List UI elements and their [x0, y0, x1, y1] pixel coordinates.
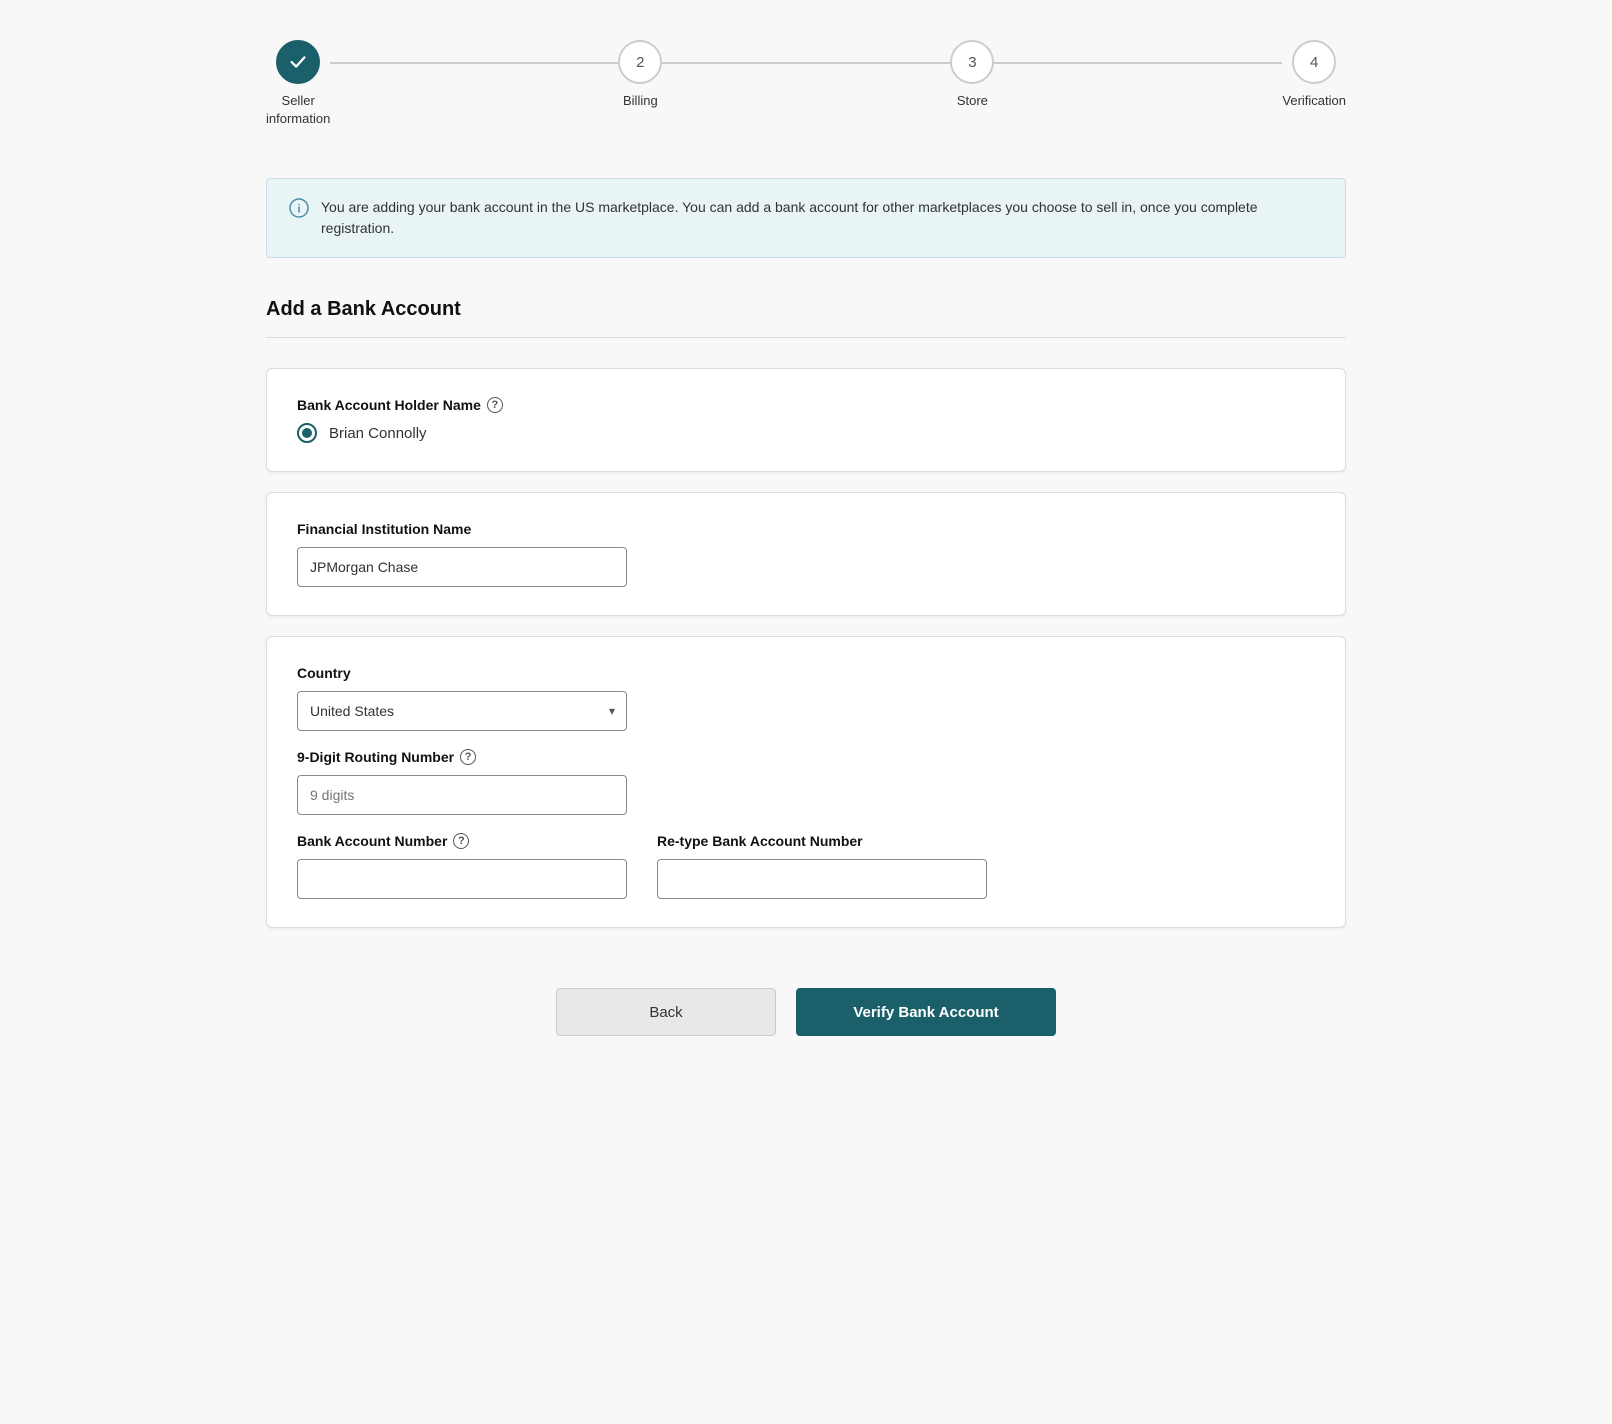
retype-account-label: Re-type Bank Account Number — [657, 833, 987, 849]
radio-circle[interactable] — [297, 423, 317, 443]
retype-account-input[interactable] — [657, 859, 987, 899]
section-title: Add a Bank Account — [266, 298, 1346, 321]
info-banner: You are adding your bank account in the … — [266, 178, 1346, 258]
bank-holder-radio[interactable]: Brian Connolly — [297, 423, 1315, 443]
retype-account-field-group: Re-type Bank Account Number — [657, 833, 987, 899]
bank-holder-label: Bank Account Holder Name ? — [297, 397, 1315, 413]
verify-button[interactable]: Verify Bank Account — [796, 988, 1056, 1036]
banner-text: You are adding your bank account in the … — [321, 197, 1323, 239]
routing-help-icon[interactable]: ? — [460, 749, 476, 765]
info-icon — [289, 198, 309, 218]
step-2-circle: 2 — [618, 40, 662, 84]
step-4: 4 Verification — [1282, 40, 1346, 110]
connector-1-2 — [330, 62, 618, 64]
country-select[interactable]: United States Canada United Kingdom — [297, 691, 627, 731]
progress-stepper: Sellerinformation 2 Billing 3 Store 4 Ve… — [266, 40, 1346, 128]
bottom-bar: Back Verify Bank Account — [266, 948, 1346, 1096]
routing-field-group: 9-Digit Routing Number ? — [297, 749, 1315, 815]
bank-details-card: Country United States Canada United King… — [266, 636, 1346, 928]
financial-institution-label: Financial Institution Name — [297, 521, 1315, 537]
country-label: Country — [297, 665, 1315, 681]
bank-holder-value: Brian Connolly — [329, 425, 427, 442]
account-number-input[interactable] — [297, 859, 627, 899]
connector-2-3 — [662, 62, 950, 64]
step-3-circle: 3 — [950, 40, 994, 84]
step-4-circle: 4 — [1292, 40, 1336, 84]
country-select-wrapper: United States Canada United Kingdom ▾ — [297, 691, 627, 731]
financial-institution-card: Financial Institution Name — [266, 492, 1346, 616]
step-2-label: Billing — [623, 92, 658, 110]
country-field-group: Country United States Canada United King… — [297, 665, 1315, 731]
step-2: 2 Billing — [618, 40, 662, 110]
routing-label: 9-Digit Routing Number ? — [297, 749, 1315, 765]
step-3: 3 Store — [950, 40, 994, 110]
account-number-row: Bank Account Number ? Re-type Bank Accou… — [297, 833, 1315, 899]
bank-holder-help-icon[interactable]: ? — [487, 397, 503, 413]
back-button[interactable]: Back — [556, 988, 776, 1036]
account-number-field-group: Bank Account Number ? — [297, 833, 627, 899]
section-divider — [266, 337, 1346, 338]
step-1: Sellerinformation — [266, 40, 330, 128]
step-3-label: Store — [957, 92, 988, 110]
connector-3-4 — [994, 62, 1282, 64]
step-1-label: Sellerinformation — [266, 92, 330, 128]
routing-number-input[interactable] — [297, 775, 627, 815]
step-1-circle — [276, 40, 320, 84]
financial-institution-input[interactable] — [297, 547, 627, 587]
account-number-label: Bank Account Number ? — [297, 833, 627, 849]
account-number-help-icon[interactable]: ? — [453, 833, 469, 849]
bank-holder-card: Bank Account Holder Name ? Brian Connoll… — [266, 368, 1346, 472]
step-4-label: Verification — [1282, 92, 1346, 110]
